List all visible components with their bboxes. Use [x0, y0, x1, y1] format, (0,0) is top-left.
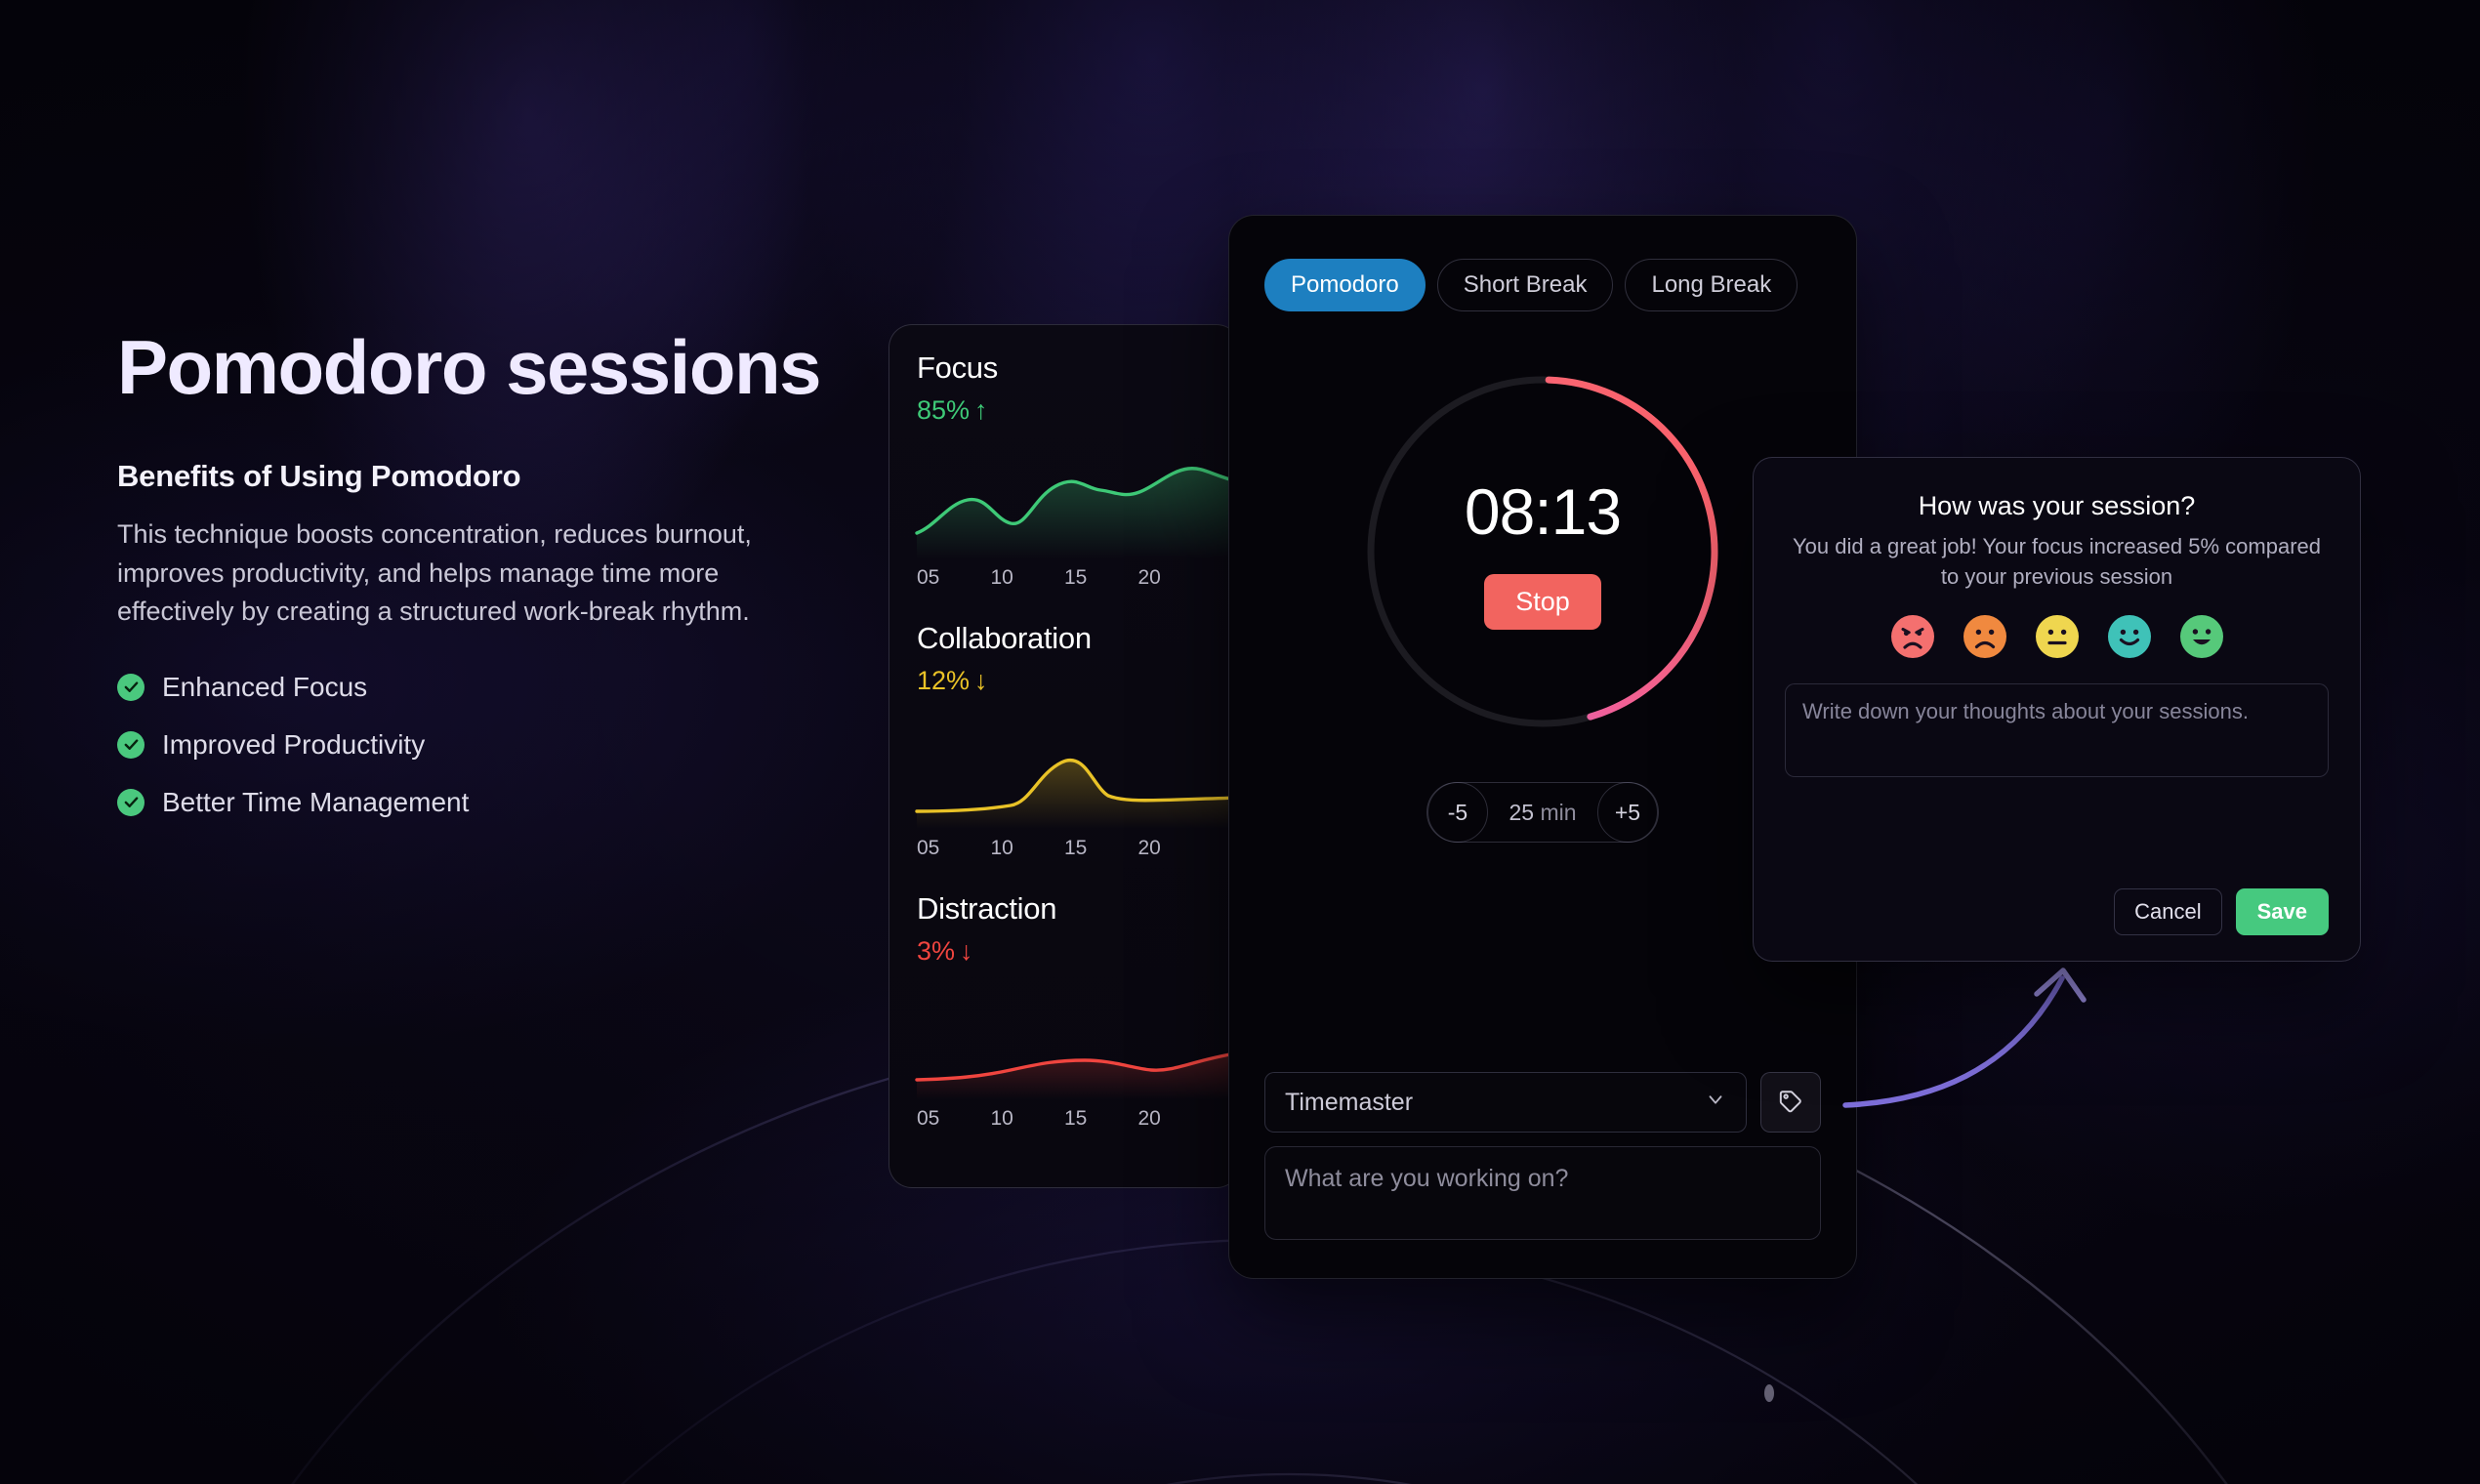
decrement-button[interactable]: -5 [1427, 782, 1488, 843]
list-item: Enhanced Focus [117, 672, 859, 703]
benefit-label: Enhanced Focus [162, 671, 368, 702]
pointer-arrow-decoration [1842, 968, 2087, 1108]
duration-number: 25 [1509, 799, 1535, 825]
increment-button[interactable]: +5 [1596, 782, 1658, 843]
mood-rating-group [1785, 615, 2329, 659]
trend-down-icon: ↓ [974, 666, 988, 695]
metric-chart-distraction [915, 984, 1239, 1099]
axis-tick: 20 [1137, 566, 1161, 589]
feedback-note-input[interactable] [1785, 683, 2329, 778]
duration-unit: min [1540, 799, 1577, 825]
tab-short-break[interactable]: Short Break [1436, 259, 1614, 311]
trend-down-icon: ↓ [960, 936, 973, 966]
feedback-subtitle: You did a great job! Your focus increase… [1793, 534, 2321, 590]
face-great-icon[interactable] [2179, 615, 2223, 659]
feedback-actions: Cancel Save [1785, 888, 2329, 935]
metric-value-row: 85% ↑ [917, 395, 1212, 426]
check-circle-icon [117, 730, 145, 759]
hero-body-text: This technique boosts concentration, red… [117, 519, 752, 626]
check-circle-icon [117, 673, 145, 701]
list-item: Better Time Management [117, 787, 859, 818]
metric-distraction: Distraction 3% ↓ 05 10 15 20 [889, 860, 1239, 1131]
metric-value-row: 3% ↓ [917, 936, 1212, 967]
stop-button[interactable]: Stop [1484, 573, 1601, 630]
feedback-title: How was your session? [1918, 491, 2196, 520]
metric-value: 85% [917, 395, 971, 425]
timer-display: 08:13 [1464, 474, 1622, 548]
task-input[interactable] [1264, 1146, 1821, 1240]
timer-dial-wrapper: 08:13 Stop [1264, 366, 1821, 737]
axis-tick: 15 [1064, 1107, 1088, 1130]
check-circle-icon [117, 788, 145, 816]
face-neutral-icon[interactable] [2035, 615, 2079, 659]
cancel-button[interactable]: Cancel [2114, 888, 2222, 935]
metric-value: 12% [917, 666, 971, 695]
trend-up-icon: ↑ [974, 395, 988, 425]
timer-panel-footer: Timemaster [1264, 1072, 1821, 1245]
session-feedback-modal: How was your session? You did a great jo… [1753, 457, 2361, 962]
benefits-list: Enhanced Focus Improved Productivity Bet… [117, 672, 859, 818]
metric-axis-collaboration: 05 10 15 20 [917, 837, 1212, 860]
hero-section: Pomodoro sessions Benefits of Using Pomo… [117, 324, 859, 818]
metric-focus: Focus 85% ↑ 05 10 15 20 [889, 325, 1239, 590]
project-row: Timemaster [1264, 1072, 1821, 1133]
face-good-icon[interactable] [2107, 615, 2151, 659]
axis-tick: 15 [1064, 566, 1088, 589]
tab-long-break[interactable]: Long Break [1625, 259, 1798, 311]
save-button[interactable]: Save [2235, 888, 2329, 935]
axis-tick: 05 [917, 837, 940, 859]
face-very-sad-icon[interactable] [1890, 615, 1934, 659]
axis-tick: 15 [1064, 837, 1088, 859]
tag-icon [1778, 1089, 1803, 1117]
tag-button[interactable] [1760, 1072, 1821, 1133]
project-select[interactable]: Timemaster [1264, 1072, 1747, 1133]
benefit-label: Better Time Management [162, 786, 470, 817]
axis-tick: 10 [990, 1107, 1013, 1130]
axis-tick: 20 [1137, 1107, 1161, 1130]
metric-axis-focus: 05 10 15 20 [917, 566, 1212, 590]
benefit-label: Improved Productivity [162, 728, 426, 760]
metric-chart-focus [915, 443, 1239, 558]
tab-pomodoro[interactable]: Pomodoro [1264, 259, 1426, 311]
project-select-value: Timemaster [1285, 1088, 1414, 1116]
hero-subtitle: Benefits of Using Pomodoro [117, 459, 521, 494]
axis-tick: 05 [917, 1107, 940, 1130]
face-sad-icon[interactable] [1963, 615, 2006, 659]
axis-tick: 20 [1137, 837, 1161, 859]
metric-collaboration: Collaboration 12% ↓ 05 10 15 20 [889, 590, 1239, 860]
page-title: Pomodoro sessions [117, 324, 822, 410]
metric-value-row: 12% ↓ [917, 666, 1212, 696]
timer-dial[interactable]: 08:13 Stop [1357, 366, 1728, 737]
metric-title: Collaboration [917, 621, 1092, 655]
axis-tick: 05 [917, 566, 940, 589]
metric-axis-distraction: 05 10 15 20 [917, 1107, 1212, 1131]
timer-dial-content: 08:13 Stop [1357, 366, 1728, 737]
stats-card: Focus 85% ↑ 05 10 15 20 Collaboration 12… [889, 324, 1240, 1188]
metric-chart-collaboration [915, 714, 1239, 829]
metric-value: 3% [917, 936, 956, 966]
duration-stepper: -5 25 min +5 [1426, 782, 1659, 843]
mode-tabs: Pomodoro Short Break Long Break [1264, 259, 1821, 311]
axis-tick: 10 [990, 566, 1013, 589]
chevron-down-icon [1705, 1089, 1726, 1117]
metric-title: Focus [917, 350, 998, 385]
duration-value: 25 min [1509, 800, 1576, 826]
list-item: Improved Productivity [117, 729, 859, 761]
axis-tick: 10 [990, 837, 1013, 859]
metric-title: Distraction [917, 891, 1057, 926]
